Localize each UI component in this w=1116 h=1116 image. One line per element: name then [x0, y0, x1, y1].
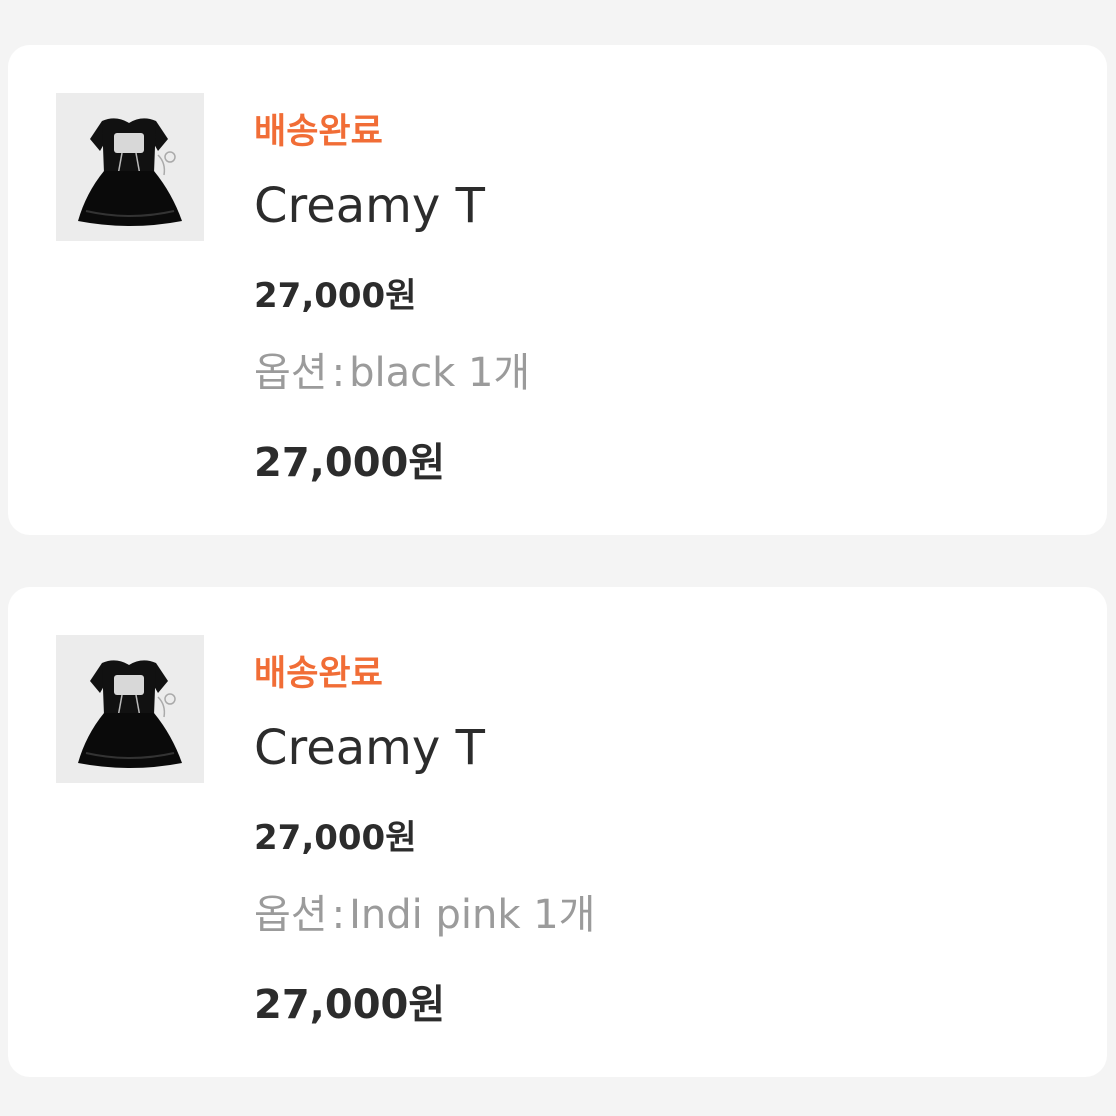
- option-value: Indi pink 1개: [349, 892, 596, 938]
- order-card[interactable]: 배송완료 Creamy T 27,000원 옵션: Indi pink 1개 27…: [8, 587, 1107, 1077]
- black-dress-product-image: [56, 93, 204, 241]
- total-price: 27,000원: [254, 440, 446, 486]
- delivery-status: 배송완료: [254, 112, 383, 152]
- product-thumbnail[interactable]: [56, 635, 204, 783]
- option-value: black 1개: [349, 350, 531, 396]
- product-name[interactable]: Creamy T: [254, 720, 485, 776]
- black-dress-product-image: [56, 635, 204, 783]
- order-card[interactable]: 배송완료 Creamy T 27,000원 옵션: black 1개 27,000…: [8, 45, 1107, 535]
- option-label: 옵션: [254, 892, 328, 938]
- unit-price: 27,000원: [254, 276, 417, 316]
- option-label: 옵션: [254, 350, 328, 396]
- product-thumbnail[interactable]: [56, 93, 204, 241]
- option-separator: :: [331, 350, 346, 396]
- option-separator: :: [331, 892, 346, 938]
- total-price: 27,000원: [254, 982, 446, 1028]
- unit-price: 27,000원: [254, 818, 417, 858]
- product-name[interactable]: Creamy T: [254, 178, 485, 234]
- option-line: 옵션: black 1개: [254, 340, 530, 398]
- option-line: 옵션: Indi pink 1개: [254, 882, 595, 940]
- delivery-status: 배송완료: [254, 654, 383, 694]
